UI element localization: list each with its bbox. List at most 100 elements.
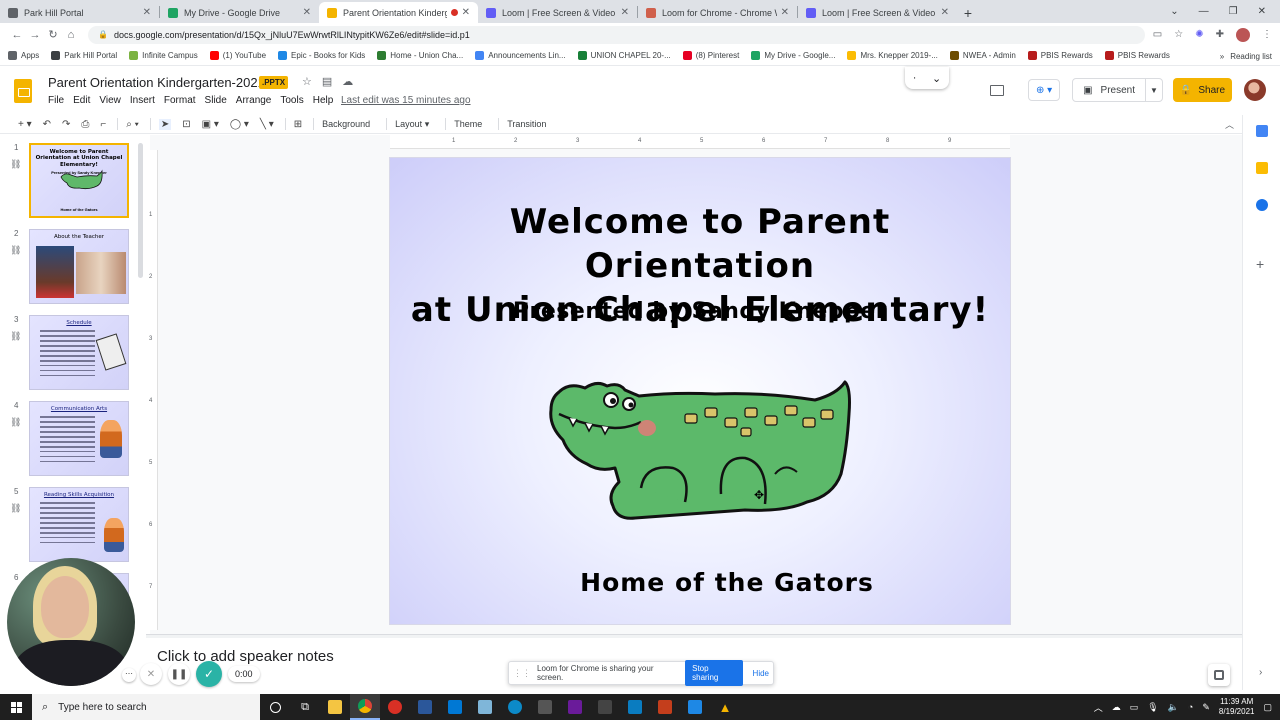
close-tab-icon[interactable]: ✕ bbox=[303, 7, 311, 18]
task-view-icon[interactable]: ⧉ bbox=[290, 694, 320, 720]
bookmark-item[interactable]: Epic - Books for Kids bbox=[278, 51, 365, 60]
slide-subtitle[interactable]: Presented by Sandy Knepper bbox=[390, 299, 1010, 324]
volume-icon[interactable]: 🔈 bbox=[1168, 702, 1179, 713]
browser-tab[interactable]: Loom | Free Screen & Video Rec ✕ bbox=[478, 2, 637, 23]
chrome-menu-icon[interactable]: ⋮ bbox=[1262, 29, 1272, 40]
hide-button[interactable]: Hide bbox=[753, 669, 769, 678]
slide-thumbnail[interactable]: Schedule bbox=[29, 315, 129, 390]
undo-icon[interactable]: ↶ bbox=[43, 119, 51, 130]
minimize-button[interactable]: — bbox=[1199, 6, 1209, 17]
menu-insert[interactable]: Insert bbox=[130, 95, 155, 106]
close-tab-icon[interactable]: ✕ bbox=[462, 7, 470, 18]
star-icon[interactable]: ☆ bbox=[302, 75, 312, 88]
cortana-icon[interactable] bbox=[260, 694, 290, 720]
menu-format[interactable]: Format bbox=[164, 95, 196, 106]
profile-avatar[interactable] bbox=[1236, 27, 1250, 42]
loom-collapse-tab[interactable]: · ⌄ bbox=[905, 67, 949, 89]
bookmark-item[interactable]: (8) Pinterest bbox=[682, 51, 739, 60]
cloud-status-icon[interactable]: ☁ bbox=[342, 75, 353, 88]
add-addon-icon[interactable]: + bbox=[1256, 256, 1264, 272]
comment-history-icon[interactable] bbox=[990, 84, 1005, 96]
app-icon[interactable] bbox=[590, 694, 620, 720]
bookmark-item[interactable]: Mrs. Knepper 2019-... bbox=[847, 51, 938, 60]
forward-icon[interactable]: → bbox=[26, 29, 44, 41]
start-button[interactable] bbox=[0, 694, 32, 720]
bookmark-item[interactable]: Park Hill Portal bbox=[51, 51, 117, 60]
last-edit-link[interactable]: Last edit was 15 minutes ago bbox=[341, 95, 471, 106]
present-button[interactable]: ▣ Present ▼ bbox=[1072, 78, 1163, 102]
share-button[interactable]: 🔒 Share bbox=[1173, 78, 1232, 102]
paint-icon[interactable] bbox=[470, 694, 500, 720]
slide-footer-text[interactable]: Home of the Gators bbox=[390, 568, 1010, 597]
stop-sharing-button[interactable]: Stop sharing bbox=[685, 660, 743, 686]
chrome-taskbar-icon[interactable] bbox=[350, 694, 380, 720]
menu-view[interactable]: View bbox=[99, 95, 121, 106]
pen-icon[interactable]: ✎ bbox=[1202, 702, 1210, 713]
finish-recording-icon[interactable]: ✓ bbox=[196, 661, 222, 687]
slide-thumbnail-row[interactable]: 1 ⛓ Welcome to Parent Orientation at Uni… bbox=[0, 143, 146, 221]
browser-tab[interactable]: Loom | Free Screen & Video Rec ✕ bbox=[798, 2, 957, 23]
restore-button[interactable]: ❐ bbox=[1229, 6, 1238, 17]
network-icon[interactable]: ▭ bbox=[1130, 702, 1139, 713]
microphone-icon[interactable]: 🎙 bbox=[1147, 702, 1158, 713]
new-tab-button[interactable]: + bbox=[957, 2, 979, 23]
webcam-options-icon[interactable]: ⋯ bbox=[122, 668, 136, 682]
extensions-icon[interactable]: ✚ bbox=[1216, 29, 1224, 40]
meet-button[interactable]: ⊕ ▾ bbox=[1028, 79, 1061, 101]
filmstrip-scrollbar[interactable] bbox=[138, 143, 143, 278]
onedrive-icon[interactable]: ☁ bbox=[1112, 702, 1121, 713]
close-tab-icon[interactable]: ✕ bbox=[781, 7, 789, 18]
app-icon[interactable] bbox=[560, 694, 590, 720]
show-side-panel-icon[interactable]: › bbox=[1259, 667, 1262, 678]
redo-icon[interactable]: ↷ bbox=[62, 119, 70, 130]
app-icon[interactable] bbox=[620, 694, 650, 720]
settings-icon[interactable] bbox=[530, 694, 560, 720]
theme-button[interactable]: Theme bbox=[454, 119, 482, 129]
slide-thumbnail-row[interactable]: 2 ⛓ About the Teacher bbox=[0, 229, 146, 307]
bookmark-star-icon[interactable]: ☆ bbox=[1174, 29, 1183, 40]
background-button[interactable]: Background bbox=[322, 119, 370, 129]
menu-tools[interactable]: Tools bbox=[280, 95, 303, 106]
bookmark-item[interactable]: Infinite Campus bbox=[129, 51, 198, 60]
bookmark-item[interactable]: UNION CHAPEL 20-... bbox=[577, 51, 671, 60]
transition-button[interactable]: Transition bbox=[507, 119, 546, 129]
bookmark-item[interactable]: NWEA - Admin bbox=[949, 51, 1016, 60]
text-box-icon[interactable]: ⊡ bbox=[182, 119, 190, 130]
drag-handle-icon[interactable]: ⋮⋮ bbox=[513, 668, 531, 679]
close-tab-icon[interactable]: ✕ bbox=[621, 7, 629, 18]
browser-tab[interactable]: My Drive - Google Drive ✕ bbox=[160, 2, 319, 23]
warning-icon[interactable]: ▲ bbox=[710, 694, 740, 720]
edge-icon[interactable] bbox=[500, 694, 530, 720]
taskbar-search[interactable]: ⌕ Type here to search bbox=[32, 694, 260, 720]
menu-help[interactable]: Help bbox=[313, 95, 334, 106]
menu-slide[interactable]: Slide bbox=[205, 95, 227, 106]
bookmark-item[interactable]: PBIS Rewards bbox=[1104, 51, 1170, 60]
bookmark-item[interactable]: PBIS Rewards bbox=[1027, 51, 1093, 60]
add-comment-icon[interactable]: ⊞ bbox=[294, 119, 302, 130]
select-tool-icon[interactable]: ➤ bbox=[158, 118, 172, 130]
account-avatar[interactable] bbox=[1244, 79, 1266, 101]
tab-search-icon[interactable]: ⌄ bbox=[1170, 6, 1178, 17]
reading-list-button[interactable]: Reading list bbox=[1230, 52, 1272, 61]
chrome-alt-icon[interactable] bbox=[380, 694, 410, 720]
tray-chevron-icon[interactable]: ︿ bbox=[1094, 701, 1103, 714]
alligator-image[interactable] bbox=[545, 378, 865, 528]
tasks-icon[interactable] bbox=[1256, 199, 1268, 211]
reload-icon[interactable]: ↻ bbox=[44, 28, 62, 41]
app-icon[interactable] bbox=[680, 694, 710, 720]
outlook-icon[interactable] bbox=[440, 694, 470, 720]
back-icon[interactable]: ← bbox=[8, 29, 26, 41]
browser-tab[interactable]: Parent Orientation Kindergarten ✕ bbox=[319, 2, 478, 23]
paint-format-icon[interactable]: ⌐ bbox=[100, 119, 106, 130]
close-window-button[interactable]: ✕ bbox=[1258, 6, 1266, 17]
present-dropdown-icon[interactable]: ▼ bbox=[1146, 86, 1162, 95]
close-tab-icon[interactable]: ✕ bbox=[143, 7, 151, 18]
line-icon[interactable]: ╲ ▾ bbox=[260, 119, 274, 130]
print-icon[interactable]: ⎙ bbox=[81, 119, 89, 130]
bookmark-item[interactable]: Announcements Lin... bbox=[475, 51, 566, 60]
file-explorer-icon[interactable] bbox=[320, 694, 350, 720]
collapse-menus-icon[interactable]: ︿ bbox=[1225, 118, 1234, 131]
notifications-icon[interactable]: ▢ bbox=[1263, 702, 1272, 713]
slide-thumbnail[interactable]: Communication Arts bbox=[29, 401, 129, 476]
menu-file[interactable]: File bbox=[48, 95, 64, 106]
